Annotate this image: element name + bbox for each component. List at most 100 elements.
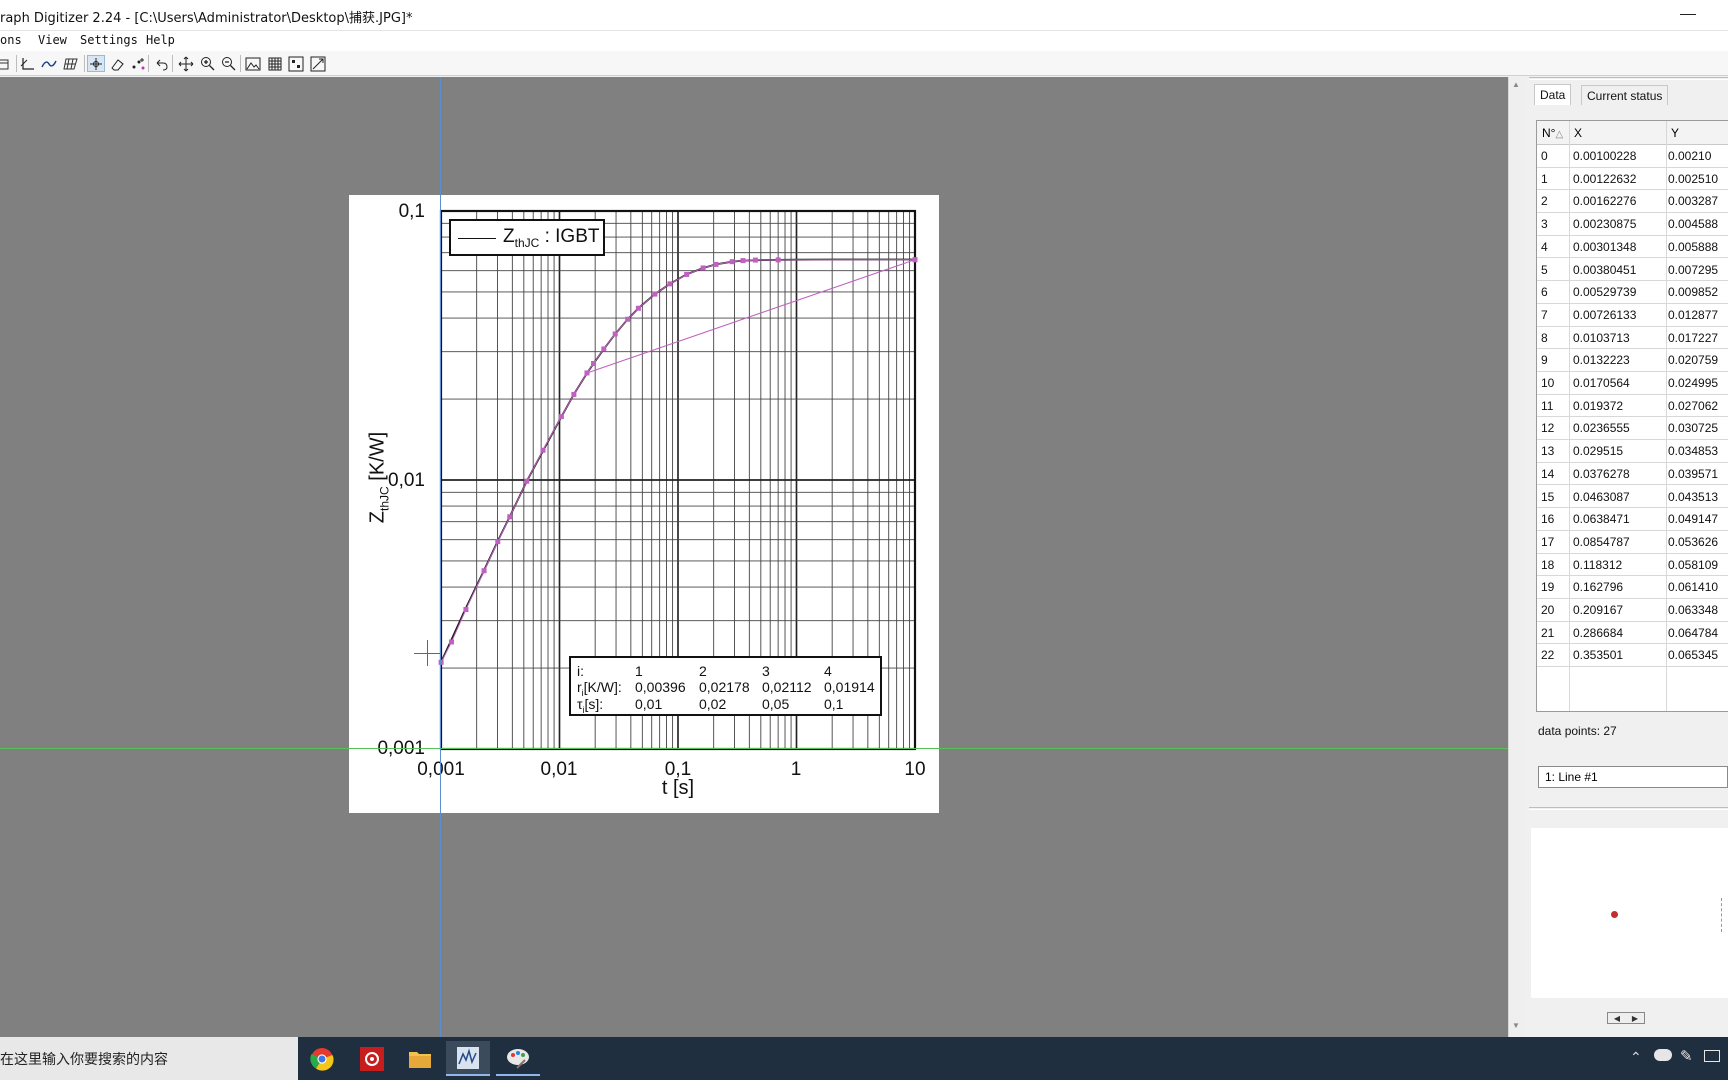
table-row[interactable]: 6 0.00529739 0.009852	[1537, 281, 1728, 304]
digitized-point	[540, 447, 546, 453]
grid-icon[interactable]	[62, 55, 80, 72]
table-row[interactable]: 18 0.118312 0.058109	[1537, 554, 1728, 577]
row-y-value: 0.020759	[1668, 353, 1719, 368]
settings-app-icon[interactable]	[350, 1041, 394, 1076]
table-cell: 2	[699, 663, 707, 679]
table-row[interactable]: 22 0.353501 0.065345	[1537, 644, 1728, 668]
table-cell: 3	[762, 663, 770, 679]
preview-scroll-buttons[interactable]: ◀ ▶	[1607, 1012, 1645, 1024]
row-x-value: 0.00100228	[1573, 149, 1637, 163]
pan-icon[interactable]	[177, 55, 195, 72]
zoom-in-icon[interactable]	[199, 55, 217, 72]
fit-icon[interactable]	[309, 55, 327, 72]
row-number: 5	[1541, 262, 1548, 277]
table-row[interactable]: 12 0.0236555 0.030725	[1537, 417, 1728, 441]
axes-icon[interactable]	[18, 55, 36, 72]
undo-icon[interactable]	[152, 55, 170, 72]
table-row[interactable]: 11 0.019372 0.027062	[1537, 395, 1728, 418]
panel-top-divider	[1529, 77, 1728, 80]
table-row[interactable]: 9 0.0132223 0.020759	[1537, 349, 1728, 372]
scroll-up-icon[interactable]: ▲	[1512, 80, 1520, 89]
table-row[interactable]: 0 0.00100228 0.00210	[1537, 145, 1728, 168]
graph-image: 0,1 0,01 0,001 0,001 0,01 0,1 1 10 t [s]…	[349, 195, 939, 813]
graph-digitizer-icon[interactable]	[446, 1041, 490, 1076]
row-number: 18	[1541, 557, 1555, 572]
file-explorer-icon[interactable]	[398, 1041, 442, 1076]
paint-icon[interactable]	[496, 1041, 540, 1076]
mesh-icon[interactable]	[266, 55, 284, 72]
digitized-point	[625, 316, 631, 322]
column-header-y[interactable]: Y	[1671, 126, 1679, 140]
row-y-value: 0.002510	[1668, 171, 1719, 186]
curve-icon[interactable]	[40, 55, 58, 72]
graph-canvas[interactable]: 0,1 0,01 0,001 0,001 0,01 0,1 1 10 t [s]…	[0, 77, 1508, 1037]
table-row[interactable]: 15 0.0463087 0.043513	[1537, 486, 1728, 509]
table-cell: 0,1	[824, 696, 844, 712]
menu-help[interactable]: Help	[146, 33, 175, 47]
scroll-right-icon[interactable]: ▶	[1632, 1014, 1638, 1023]
vertical-scrollbar[interactable]: ▲ ▼	[1508, 77, 1525, 1037]
taskbar-search-input[interactable]: 在这里输入你要搜索的内容	[0, 1037, 298, 1080]
table-row[interactable]: 7 0.00726133 0.012877	[1537, 304, 1728, 327]
x-tick-label: 10	[904, 759, 926, 780]
points-icon[interactable]	[287, 55, 305, 72]
row-y-value: 0.009852	[1668, 285, 1719, 300]
menu-bar: ons View Settings Help	[0, 31, 1728, 51]
table-row[interactable]: 21 0.286684 0.064784	[1537, 622, 1728, 645]
table-row[interactable]: 13 0.029515 0.034853	[1537, 440, 1728, 463]
open-icon[interactable]	[0, 55, 12, 72]
y-axis-label: ZthJC [K/W]	[366, 431, 392, 524]
menu-view[interactable]: View	[38, 33, 67, 47]
table-row[interactable]: 5 0.00380451 0.007295	[1537, 259, 1728, 282]
table-row[interactable]: 19 0.162796 0.061410	[1537, 576, 1728, 599]
row-x-value: 0.118312	[1573, 557, 1623, 572]
table-cell: 0,01914	[824, 679, 875, 695]
line-select[interactable]: 1: Line #1	[1538, 766, 1728, 788]
title-bar: raph Digitizer 2.24 - [C:\Users\Administ…	[0, 0, 1728, 31]
row-x-value: 0.00301348	[1573, 239, 1637, 254]
column-header-x[interactable]: X	[1574, 126, 1582, 140]
table-row[interactable]: 20 0.209167 0.063348	[1537, 599, 1728, 622]
table-cell: 0,02112	[762, 679, 812, 695]
row-y-value: 0.064784	[1668, 625, 1719, 640]
digitized-point	[495, 539, 501, 545]
menu-settings[interactable]: Settings	[80, 33, 138, 47]
tab-data[interactable]: Data	[1534, 84, 1572, 105]
table-row[interactable]: 8 0.0103713 0.017227	[1537, 327, 1728, 350]
table-row[interactable]: 14 0.0376278 0.039571	[1537, 463, 1728, 486]
eraser-icon[interactable]	[108, 55, 126, 72]
zoom-preview	[1531, 828, 1728, 998]
table-row[interactable]: 4 0.00301348 0.005888	[1537, 236, 1728, 259]
point-icon[interactable]	[87, 55, 105, 72]
y-tick-label: 0,001	[377, 738, 425, 759]
scroll-left-icon[interactable]: ◀	[1614, 1014, 1620, 1023]
crosshair-cursor	[414, 640, 440, 666]
table-row[interactable]: 3 0.00230875 0.004588	[1537, 213, 1728, 236]
row-y-value: 0.058109	[1668, 557, 1719, 572]
table-row[interactable]: 17 0.0854787 0.053626	[1537, 531, 1728, 554]
minimize-icon[interactable]	[1680, 14, 1696, 15]
y-axis-guide-line	[440, 77, 441, 1037]
chrome-icon[interactable]	[300, 1041, 344, 1076]
menu-functions[interactable]: ons	[0, 33, 22, 47]
pen-icon[interactable]: ✎	[1680, 1047, 1693, 1065]
scroll-down-icon[interactable]: ▼	[1512, 1021, 1520, 1030]
tray-arrow-icon[interactable]: ⌃	[1630, 1049, 1642, 1066]
table-cell: 4	[824, 663, 832, 679]
row-y-value: 0.034853	[1668, 444, 1719, 459]
column-header-number[interactable]: N°△	[1542, 126, 1563, 140]
select-icon[interactable]	[129, 55, 147, 72]
row-x-value: 0.162796	[1573, 580, 1624, 595]
tab-current-status[interactable]: Current status	[1581, 85, 1669, 105]
data-point-count: data points: 27	[1538, 724, 1617, 738]
table-row[interactable]: 16 0.0638471 0.049147	[1537, 508, 1728, 531]
table-row[interactable]: 10 0.0170564 0.024995	[1537, 372, 1728, 395]
table-row[interactable]: 2 0.00162276 0.003287	[1537, 190, 1728, 214]
image-icon[interactable]	[244, 55, 262, 72]
zoom-out-icon[interactable]	[220, 55, 238, 72]
sort-triangle-icon: △	[1555, 129, 1564, 140]
table-row[interactable]: 1 0.00122632 0.002510	[1537, 168, 1728, 191]
cloud-icon[interactable]	[1654, 1049, 1672, 1061]
data-table[interactable]: N°△ X Y 0 0.00100228 0.00210 1 0.00122632 0.0…	[1536, 120, 1728, 712]
network-icon[interactable]	[1704, 1050, 1720, 1062]
